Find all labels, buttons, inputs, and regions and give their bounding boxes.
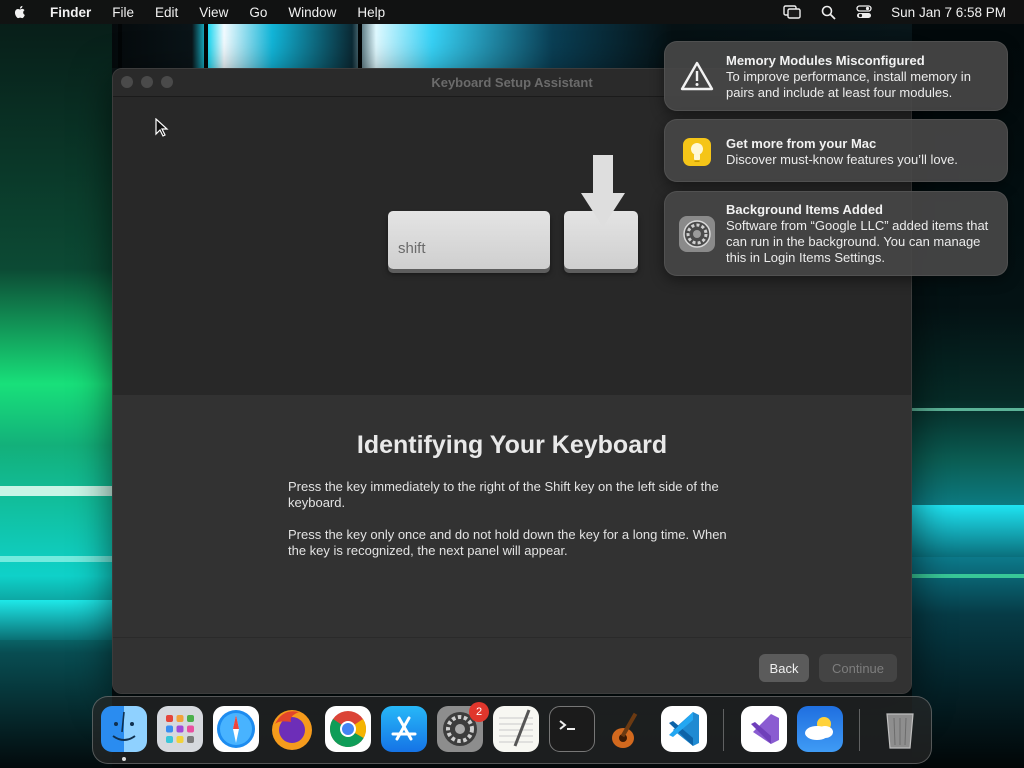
mouse-cursor-icon: [155, 118, 169, 137]
settings-gear-icon: [679, 216, 715, 252]
notification-body: To improve performance, install memory i…: [726, 69, 971, 100]
firefox-icon[interactable]: [269, 706, 315, 752]
menu-go[interactable]: Go: [249, 5, 267, 20]
menu-view[interactable]: View: [199, 5, 228, 20]
menu-help[interactable]: Help: [357, 5, 385, 20]
menu-file[interactable]: File: [112, 5, 134, 20]
spotlight-search-icon[interactable]: [819, 4, 837, 20]
notification-background-items[interactable]: Background Items Added Software from “Go…: [664, 191, 1008, 276]
chrome-icon[interactable]: [325, 706, 371, 752]
vscode-icon[interactable]: [661, 706, 707, 752]
notification-title: Memory Modules Misconfigured: [726, 53, 925, 68]
finder-running-indicator: [122, 757, 126, 761]
wallpaper-left-panel: [0, 0, 112, 768]
weather-icon[interactable]: [797, 706, 843, 752]
safari-icon[interactable]: [213, 706, 259, 752]
menu-clock[interactable]: Sun Jan 7 6:58 PM: [891, 5, 1006, 20]
dock: 2: [92, 696, 932, 764]
down-arrow-icon: [581, 155, 625, 227]
wallpaper-right-panel: [912, 0, 1024, 768]
notification-body: Discover must-know features you’ll love.: [726, 152, 958, 167]
control-center-icon[interactable]: [855, 4, 873, 20]
warning-icon: [679, 58, 715, 94]
window-footer: Back Continue: [113, 637, 911, 693]
instructions-panel: Identifying Your Keyboard Press the key …: [113, 395, 911, 637]
notification-body: Software from “Google LLC” added items t…: [726, 218, 989, 265]
page-title: Identifying Your Keyboard: [356, 431, 668, 459]
screen-mirroring-icon[interactable]: [783, 4, 801, 20]
apple-menu-icon[interactable]: [12, 4, 28, 20]
instruction-paragraph-2: Press the key only once and do not hold …: [288, 527, 727, 558]
finder-icon[interactable]: [101, 706, 147, 752]
instruction-paragraph-1: Press the key immediately to the right o…: [288, 479, 719, 510]
dock-separator: [859, 709, 860, 751]
continue-button[interactable]: Continue: [819, 654, 897, 682]
back-button[interactable]: Back: [759, 654, 809, 682]
shift-key-label: shift: [398, 240, 426, 257]
notification-title: Get more from your Mac: [726, 136, 877, 151]
launchpad-icon[interactable]: [157, 706, 203, 752]
menu-bar: Finder File Edit View Go Window Help Sun…: [0, 0, 1024, 24]
lightbulb-icon: [679, 134, 715, 170]
menu-app-name[interactable]: Finder: [50, 5, 91, 20]
menu-window[interactable]: Window: [288, 5, 336, 20]
notification-title: Background Items Added: [726, 202, 883, 217]
notification-memory-modules[interactable]: Memory Modules Misconfigured To improve …: [664, 41, 1008, 111]
system-settings-icon[interactable]: 2: [437, 702, 489, 752]
app-store-icon[interactable]: [381, 706, 427, 752]
shift-key-illustration: shift: [388, 211, 550, 269]
menu-edit[interactable]: Edit: [155, 5, 178, 20]
trash-icon[interactable]: [877, 706, 923, 752]
dock-separator: [723, 709, 724, 751]
terminal-icon[interactable]: [549, 706, 595, 752]
garageband-icon[interactable]: [605, 706, 651, 752]
notification-badge: 2: [469, 702, 489, 722]
notification-get-more[interactable]: Get more from your Mac Discover must-kno…: [664, 119, 1008, 182]
visual-studio-icon[interactable]: [741, 706, 787, 752]
textedit-icon[interactable]: [493, 706, 539, 752]
